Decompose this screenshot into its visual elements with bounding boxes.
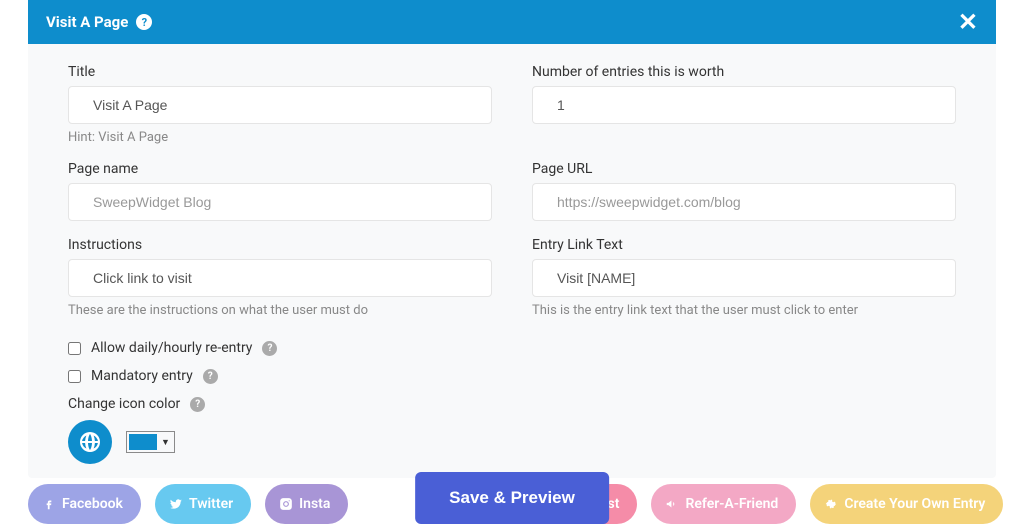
- page-url-label: Page URL: [532, 161, 956, 177]
- help-icon[interactable]: ?: [136, 14, 152, 30]
- modal-title: Visit A Page: [46, 13, 128, 31]
- title-hint: Hint: Visit A Page: [68, 130, 492, 145]
- entry-link-text-label: Entry Link Text: [532, 237, 956, 253]
- title-label: Title: [68, 64, 492, 80]
- save-preview-button[interactable]: Save & Preview: [415, 472, 609, 524]
- instagram-pill[interactable]: Insta: [265, 484, 348, 524]
- instructions-input[interactable]: [68, 259, 492, 297]
- mandatory-checkbox[interactable]: [68, 370, 81, 383]
- title-input[interactable]: [68, 86, 492, 124]
- page-url-field-group: Page URL: [532, 161, 956, 221]
- icon-color-label: Change icon color: [68, 396, 180, 412]
- entry-link-text-field-group: Entry Link Text This is the entry link t…: [532, 237, 956, 318]
- allow-reentry-label: Allow daily/hourly re-entry: [91, 340, 252, 356]
- entries-field-group: Number of entries this is worth: [532, 64, 956, 145]
- bullhorn-icon: [665, 497, 679, 511]
- chevron-down-icon: ▼: [159, 437, 172, 448]
- form-row-1: Title Hint: Visit A Page Number of entri…: [68, 64, 956, 145]
- instructions-field-group: Instructions These are the instructions …: [68, 237, 492, 318]
- allow-reentry-checkbox[interactable]: [68, 342, 81, 355]
- refer-friend-pill-label: Refer-A-Friend: [685, 496, 778, 512]
- color-picker[interactable]: ▼: [126, 431, 175, 453]
- form-row-2: Page name Page URL: [68, 161, 956, 221]
- mandatory-label: Mandatory entry: [91, 368, 193, 384]
- custom-entry-pill-label: Create Your Own Entry: [844, 496, 985, 512]
- help-icon[interactable]: ?: [190, 397, 205, 412]
- facebook-pill-label: Facebook: [62, 496, 123, 512]
- instagram-icon: [279, 497, 293, 511]
- close-icon[interactable]: ✕: [958, 10, 978, 34]
- page-name-label: Page name: [68, 161, 492, 177]
- facebook-icon: [42, 497, 56, 511]
- instagram-pill-label: Insta: [299, 496, 330, 512]
- twitter-icon: [169, 497, 183, 511]
- facebook-pill[interactable]: Facebook: [28, 484, 141, 524]
- entries-input[interactable]: [532, 86, 956, 124]
- page-url-input[interactable]: [532, 183, 956, 221]
- page-name-input[interactable]: [68, 183, 492, 221]
- twitter-pill-label: Twitter: [189, 496, 233, 512]
- globe-icon: [68, 420, 112, 464]
- help-icon[interactable]: ?: [262, 341, 277, 356]
- twitter-pill[interactable]: Twitter: [155, 484, 251, 524]
- modal: Visit A Page ? ✕ Title Hint: Visit A Pag…: [28, 0, 996, 478]
- custom-entry-pill[interactable]: Create Your Own Entry: [810, 484, 1003, 524]
- instructions-hint: These are the instructions on what the u…: [68, 303, 492, 318]
- color-swatch: [129, 434, 157, 450]
- modal-header-left: Visit A Page ?: [46, 13, 152, 31]
- refer-friend-pill[interactable]: Refer-A-Friend: [651, 484, 796, 524]
- modal-header: Visit A Page ? ✕: [28, 0, 996, 44]
- page-name-field-group: Page name: [68, 161, 492, 221]
- icon-color-label-row: Change icon color ?: [68, 396, 956, 412]
- help-icon[interactable]: ?: [203, 369, 218, 384]
- checkbox-group: Allow daily/hourly re-entry ? Mandatory …: [68, 340, 956, 384]
- entry-link-text-input[interactable]: [532, 259, 956, 297]
- modal-body: Title Hint: Visit A Page Number of entri…: [28, 44, 996, 478]
- icon-color-row: ▼: [68, 420, 956, 464]
- title-field-group: Title Hint: Visit A Page: [68, 64, 492, 145]
- instructions-label: Instructions: [68, 237, 492, 253]
- entries-label: Number of entries this is worth: [532, 64, 956, 80]
- gear-icon: [824, 497, 838, 511]
- form-row-3: Instructions These are the instructions …: [68, 237, 956, 318]
- entry-link-text-hint: This is the entry link text that the use…: [532, 303, 956, 318]
- allow-reentry-row: Allow daily/hourly re-entry ?: [68, 340, 956, 356]
- mandatory-row: Mandatory entry ?: [68, 368, 956, 384]
